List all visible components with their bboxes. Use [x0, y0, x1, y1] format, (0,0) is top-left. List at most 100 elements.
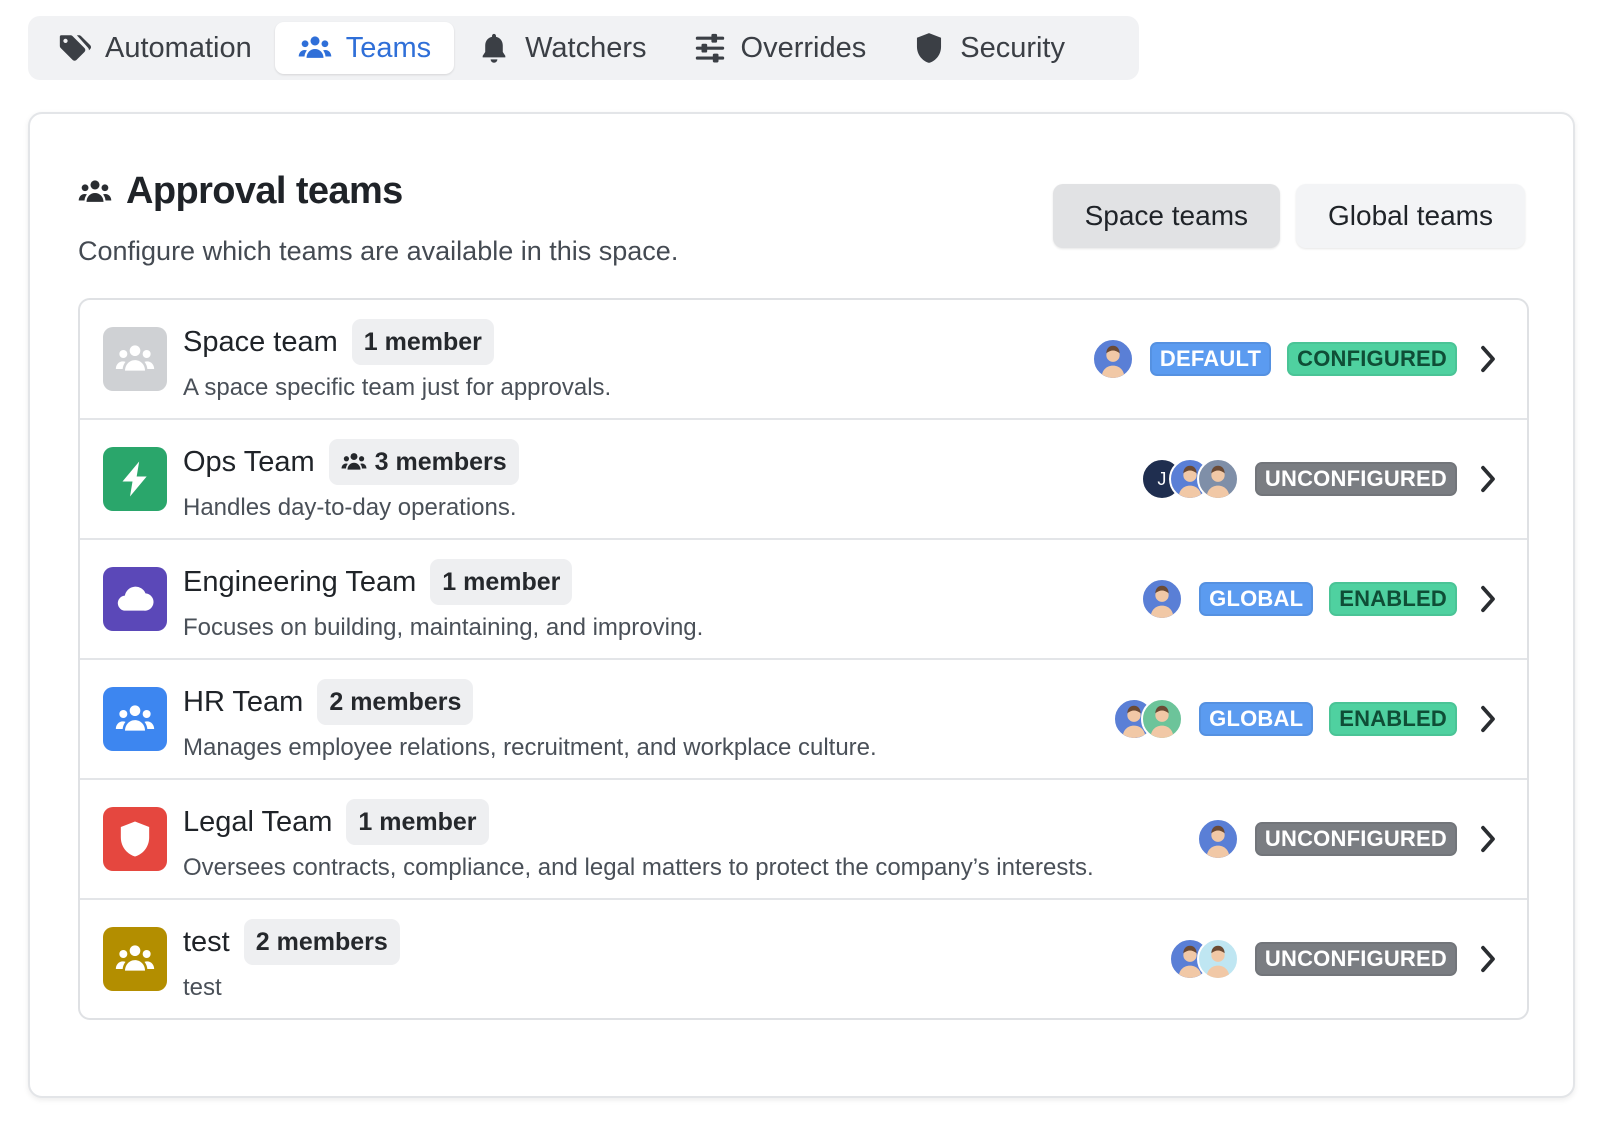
team-meta: GLOBAL ENABLED [1113, 660, 1503, 778]
team-info: HR Team 2 members Manages employee relatio… [183, 678, 877, 762]
team-description: Manages employee relations, recruitment,… [183, 734, 877, 761]
user-avatar [1141, 578, 1184, 620]
status-badge: UNCONFIGURED [1254, 942, 1457, 976]
people-icon [115, 705, 155, 731]
member-count-badge: 2 members [317, 679, 474, 725]
team-info: Space team 1 member A space specific team … [183, 318, 611, 402]
user-avatar [1091, 338, 1134, 380]
team-info: test 2 members test [183, 918, 400, 1002]
space-teams-button[interactable]: Space teams [1052, 184, 1281, 248]
team-icon [103, 567, 167, 631]
member-count-badge: 1 member [346, 799, 489, 845]
approval-teams-card: Approval teams Configure which teams are… [28, 112, 1575, 1098]
member-count: 2 members [255, 927, 388, 956]
team-description: A space specific team just for approvals… [183, 374, 612, 401]
team-info: Legal Team 1 member Oversees contracts, co… [183, 798, 1094, 882]
team-icon [103, 687, 167, 751]
team-row[interactable]: test 2 members test UNCONFIGURED [80, 898, 1527, 1018]
member-count: 1 member [442, 567, 561, 596]
team-name: Space team [183, 325, 338, 358]
status-badge: UNCONFIGURED [1254, 462, 1457, 496]
team-info: Ops Team 3 members Handles day-to-day oper… [183, 438, 519, 522]
team-meta: J UNCONFIGURED [1140, 420, 1503, 538]
member-count: 3 members [374, 447, 507, 476]
team-name: Engineering Team [183, 565, 417, 598]
team-icon [103, 327, 167, 391]
team-name: Legal Team [183, 805, 333, 838]
member-count-badge: 2 members [243, 919, 400, 965]
team-description: Handles day-to-day operations. [183, 494, 517, 521]
tab-watchers[interactable]: Watchers [454, 22, 669, 74]
shield-icon [917, 33, 942, 63]
avatar-stack [1196, 818, 1239, 860]
status-badge: UNCONFIGURED [1254, 822, 1457, 856]
tab-automation[interactable]: Automation [34, 22, 275, 74]
chevron-right-icon[interactable] [1473, 344, 1503, 374]
chevron-right-icon[interactable] [1473, 944, 1503, 974]
tab-overrides[interactable]: Overrides [670, 22, 890, 74]
people-icon [78, 179, 112, 202]
tab-teams[interactable]: Teams [274, 22, 455, 74]
team-row[interactable]: Engineering Team 1 member Focuses on build… [80, 538, 1527, 658]
card-subtitle: Configure which teams are available in t… [78, 236, 679, 266]
user-avatar [1196, 458, 1239, 500]
team-name: HR Team [183, 685, 304, 718]
chevron-right-icon[interactable] [1473, 824, 1503, 854]
status-badge: ENABLED [1329, 702, 1457, 736]
tab-automation-label: Automation [105, 31, 252, 64]
people-icon [115, 945, 155, 971]
member-count-badge: 1 member [430, 559, 573, 605]
team-scope-toggle: Space teams Global teams [1052, 184, 1525, 248]
team-description: test [183, 974, 222, 1001]
status-badge: ENABLED [1329, 582, 1457, 616]
member-count: 2 members [329, 687, 462, 716]
team-icon [103, 927, 167, 991]
member-count: 1 member [358, 807, 477, 836]
shield-icon [120, 821, 150, 857]
chevron-right-icon[interactable] [1473, 584, 1503, 614]
team-meta: DEFAULT CONFIGURED [1091, 300, 1503, 418]
member-count-badge: 1 member [351, 319, 494, 365]
people-icon [298, 36, 331, 58]
team-description: Oversees contracts, compliance, and lega… [183, 854, 1094, 881]
avatar-stack [1091, 338, 1134, 380]
chevron-right-icon[interactable] [1473, 704, 1503, 734]
user-avatar [1141, 698, 1184, 740]
team-name: test [183, 925, 230, 958]
team-info: Engineering Team 1 member Focuses on build… [183, 558, 703, 642]
avatar-stack [1168, 938, 1239, 980]
status-badge: DEFAULT [1149, 342, 1272, 376]
tab-overrides-label: Overrides [740, 31, 867, 64]
tab-teams-label: Teams [345, 31, 432, 64]
tag-icon [59, 35, 91, 61]
tab-watchers-label: Watchers [525, 31, 647, 64]
bell-icon [482, 33, 506, 63]
people-icon [341, 453, 367, 470]
people-icon [115, 345, 155, 371]
page-title: Approval teams [126, 170, 403, 212]
settings-tab-bar: Automation Teams Watchers Overrides Secu… [28, 16, 1139, 80]
status-badge: GLOBAL [1199, 582, 1314, 616]
chevron-right-icon[interactable] [1473, 464, 1503, 494]
team-row[interactable]: Ops Team 3 members Handles day-to-day oper… [80, 418, 1527, 538]
tab-security-label: Security [960, 31, 1065, 64]
team-meta: UNCONFIGURED [1196, 780, 1503, 898]
team-name: Ops Team [183, 445, 315, 478]
sliders-icon [695, 33, 724, 63]
member-count: 1 member [363, 327, 482, 356]
team-row[interactable]: HR Team 2 members Manages employee relatio… [80, 658, 1527, 778]
avatar-stack: J [1140, 458, 1239, 500]
global-teams-button[interactable]: Global teams [1296, 184, 1525, 248]
tab-security[interactable]: Security [889, 22, 1088, 74]
team-icon [103, 447, 167, 511]
user-avatar [1196, 938, 1239, 980]
card-title: Approval teams [78, 170, 403, 213]
team-row[interactable]: Space team 1 member A space specific team … [80, 300, 1527, 418]
team-row[interactable]: Legal Team 1 member Oversees contracts, co… [80, 778, 1527, 898]
team-meta: GLOBAL ENABLED [1141, 540, 1503, 658]
cloud-icon [117, 586, 154, 611]
status-badge: GLOBAL [1199, 702, 1314, 736]
status-badge: CONFIGURED [1287, 342, 1457, 376]
user-avatar [1196, 818, 1239, 860]
member-count-badge: 3 members [328, 439, 519, 485]
